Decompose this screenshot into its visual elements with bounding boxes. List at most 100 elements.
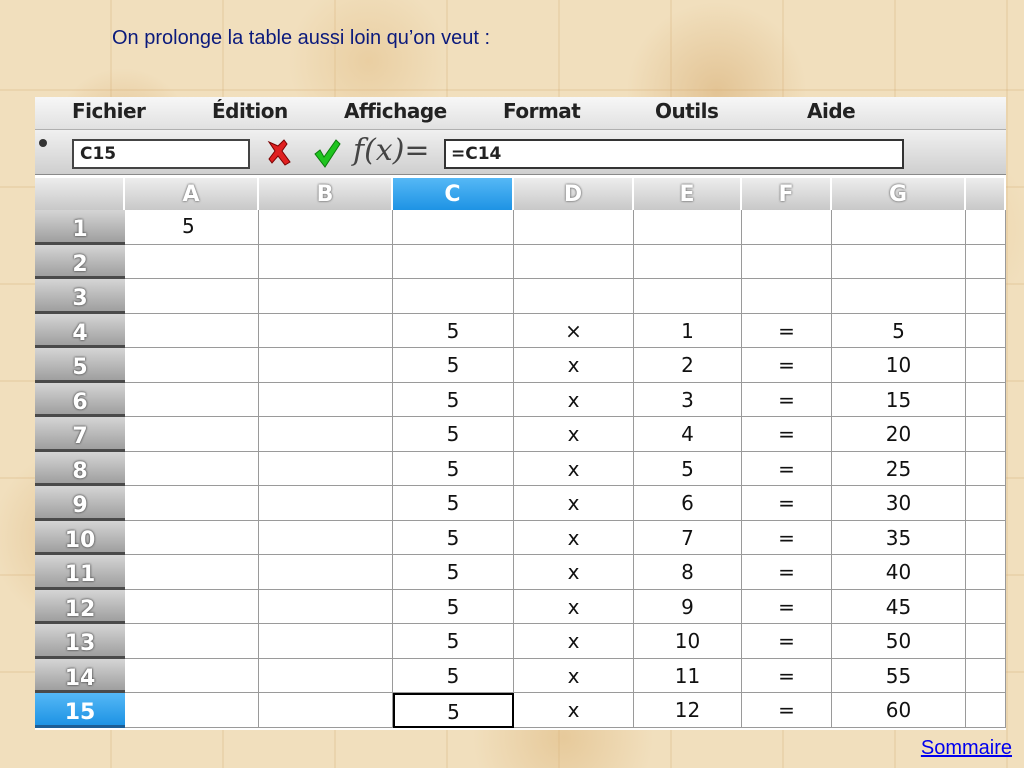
- cell-overflow[interactable]: [966, 382, 1006, 417]
- cell-d2[interactable]: [514, 244, 634, 279]
- cell-a12[interactable]: [125, 589, 259, 624]
- cell-e9[interactable]: 6: [634, 486, 742, 521]
- select-all-corner[interactable]: [35, 178, 125, 210]
- cell-d1[interactable]: [514, 210, 634, 245]
- cell-a1[interactable]: 5: [125, 210, 259, 245]
- column-header-a[interactable]: A: [125, 178, 259, 210]
- column-header-g[interactable]: G: [832, 178, 966, 210]
- cell-overflow[interactable]: [966, 210, 1006, 245]
- cell-c11[interactable]: 5: [393, 555, 514, 590]
- cell-b12[interactable]: [259, 589, 393, 624]
- cell-c8[interactable]: 5: [393, 451, 514, 486]
- cell-overflow[interactable]: [966, 693, 1006, 728]
- cell-d15[interactable]: x: [514, 693, 634, 728]
- cell-c2[interactable]: [393, 244, 514, 279]
- cell-e11[interactable]: 8: [634, 555, 742, 590]
- cell-a9[interactable]: [125, 486, 259, 521]
- cell-g11[interactable]: 40: [832, 555, 966, 590]
- cell-c3[interactable]: [393, 279, 514, 314]
- cell-b7[interactable]: [259, 417, 393, 452]
- cell-a4[interactable]: [125, 313, 259, 348]
- formula-input[interactable]: =C14: [444, 139, 904, 169]
- cell-e8[interactable]: 5: [634, 451, 742, 486]
- column-header-f[interactable]: F: [742, 178, 832, 210]
- cell-g4[interactable]: 5: [832, 313, 966, 348]
- cell-a5[interactable]: [125, 348, 259, 383]
- cell-f8[interactable]: =: [742, 451, 832, 486]
- cell-f15[interactable]: =: [742, 693, 832, 728]
- cell-g13[interactable]: 50: [832, 624, 966, 659]
- row-header-7[interactable]: 7: [35, 417, 125, 452]
- cell-overflow[interactable]: [966, 313, 1006, 348]
- cell-c9[interactable]: 5: [393, 486, 514, 521]
- cell-f5[interactable]: =: [742, 348, 832, 383]
- cell-g5[interactable]: 10: [832, 348, 966, 383]
- row-header-15[interactable]: 15: [35, 693, 125, 728]
- row-header-4[interactable]: 4: [35, 313, 125, 348]
- cell-a13[interactable]: [125, 624, 259, 659]
- menu-edition[interactable]: Édition: [212, 99, 288, 123]
- cell-d11[interactable]: x: [514, 555, 634, 590]
- cell-b13[interactable]: [259, 624, 393, 659]
- cell-g8[interactable]: 25: [832, 451, 966, 486]
- cell-overflow[interactable]: [966, 417, 1006, 452]
- menu-format[interactable]: Format: [503, 99, 581, 123]
- cell-b9[interactable]: [259, 486, 393, 521]
- cell-overflow[interactable]: [966, 624, 1006, 659]
- cell-d12[interactable]: x: [514, 589, 634, 624]
- cell-a6[interactable]: [125, 382, 259, 417]
- cell-c6[interactable]: 5: [393, 382, 514, 417]
- cell-c14[interactable]: 5: [393, 658, 514, 693]
- cell-d9[interactable]: x: [514, 486, 634, 521]
- cell-f11[interactable]: =: [742, 555, 832, 590]
- name-box[interactable]: C15: [72, 139, 250, 169]
- cell-b1[interactable]: [259, 210, 393, 245]
- cell-g3[interactable]: [832, 279, 966, 314]
- cell-g14[interactable]: 55: [832, 658, 966, 693]
- cell-e10[interactable]: 7: [634, 520, 742, 555]
- cell-f9[interactable]: =: [742, 486, 832, 521]
- row-header-5[interactable]: 5: [35, 348, 125, 383]
- cell-b8[interactable]: [259, 451, 393, 486]
- cell-f12[interactable]: =: [742, 589, 832, 624]
- menu-affichage[interactable]: Affichage: [344, 99, 447, 123]
- cell-a11[interactable]: [125, 555, 259, 590]
- sommaire-link[interactable]: Sommaire: [921, 737, 1012, 760]
- cell-g10[interactable]: 35: [832, 520, 966, 555]
- cell-g1[interactable]: [832, 210, 966, 245]
- cell-f2[interactable]: [742, 244, 832, 279]
- cell-f7[interactable]: =: [742, 417, 832, 452]
- row-header-8[interactable]: 8: [35, 451, 125, 486]
- cell-c1[interactable]: [393, 210, 514, 245]
- cell-d6[interactable]: x: [514, 382, 634, 417]
- cell-f4[interactable]: =: [742, 313, 832, 348]
- cell-c13[interactable]: 5: [393, 624, 514, 659]
- accept-check-icon[interactable]: [312, 137, 342, 169]
- menu-outils[interactable]: Outils: [655, 99, 719, 123]
- row-header-11[interactable]: 11: [35, 555, 125, 590]
- cell-b11[interactable]: [259, 555, 393, 590]
- cell-b4[interactable]: [259, 313, 393, 348]
- cell-c7[interactable]: 5: [393, 417, 514, 452]
- cell-b2[interactable]: [259, 244, 393, 279]
- cell-c10[interactable]: 5: [393, 520, 514, 555]
- cell-a15[interactable]: [125, 693, 259, 728]
- cell-b3[interactable]: [259, 279, 393, 314]
- cell-d7[interactable]: x: [514, 417, 634, 452]
- row-header-2[interactable]: 2: [35, 244, 125, 279]
- cell-f1[interactable]: [742, 210, 832, 245]
- cell-overflow[interactable]: [966, 658, 1006, 693]
- column-header-e[interactable]: E: [634, 178, 742, 210]
- cancel-x-icon[interactable]: [265, 136, 299, 170]
- cell-a7[interactable]: [125, 417, 259, 452]
- cell-e4[interactable]: 1: [634, 313, 742, 348]
- cell-d3[interactable]: [514, 279, 634, 314]
- menu-fichier[interactable]: Fichier: [72, 99, 146, 123]
- cell-overflow[interactable]: [966, 244, 1006, 279]
- cell-g2[interactable]: [832, 244, 966, 279]
- cell-d10[interactable]: x: [514, 520, 634, 555]
- cell-e6[interactable]: 3: [634, 382, 742, 417]
- row-header-6[interactable]: 6: [35, 382, 125, 417]
- cell-b6[interactable]: [259, 382, 393, 417]
- cell-d8[interactable]: x: [514, 451, 634, 486]
